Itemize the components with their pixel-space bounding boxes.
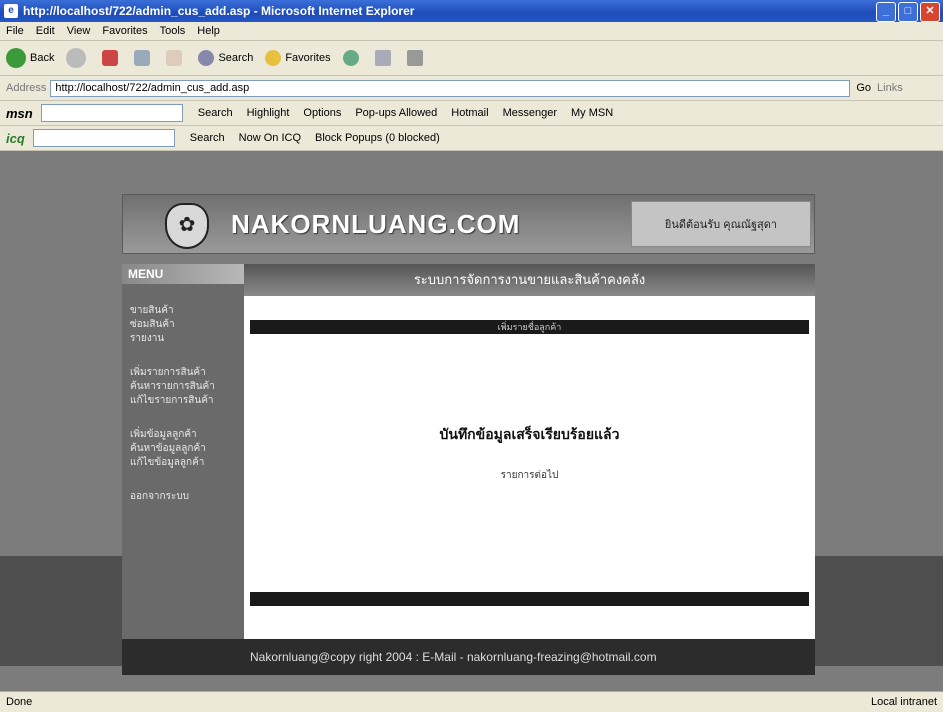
favorites-button[interactable]: Favorites (265, 50, 331, 66)
search-icon (198, 50, 215, 66)
window-titlebar: e http://localhost/722/admin_cus_add.asp… (0, 0, 943, 22)
menu-item-edit-customer[interactable]: แก้ไขข้อมูลลูกค้า (122, 456, 244, 470)
home-icon (166, 50, 183, 66)
forward-button[interactable] (66, 48, 90, 68)
menu-bar: File Edit View Favorites Tools Help (0, 22, 943, 41)
search-button[interactable]: Search (198, 50, 253, 66)
msn-search-input[interactable] (40, 104, 183, 122)
back-arrow-icon (6, 48, 26, 68)
success-message: บันทึกข้อมูลเสร็จเรียบร้อยแล้ว (439, 426, 620, 442)
msn-popups-button[interactable]: Pop-ups Allowed (355, 107, 437, 119)
menu-tools[interactable]: Tools (154, 25, 192, 37)
links-button[interactable]: Links (877, 82, 903, 94)
menu-item-search-product[interactable]: ค้นหารายการสินค้า (122, 380, 244, 394)
next-item-link[interactable]: รายการต่อไป (244, 468, 815, 483)
maximize-button[interactable]: □ (898, 2, 918, 22)
search-label: Search (218, 52, 254, 64)
refresh-icon (134, 50, 151, 66)
emblem-icon: ✿ (165, 203, 209, 249)
icq-logo: icq (6, 130, 25, 146)
menu-item-search-customer[interactable]: ค้นหาข้อมูลลูกค้า (122, 442, 244, 456)
mail-icon (374, 50, 391, 66)
sidebar-menu: MENU ขายสินค้า ซ่อมสินค้า รายงาน เพิ่มรา… (122, 264, 244, 639)
standard-toolbar: Back Search Favorites (0, 41, 943, 76)
menu-item-add-product[interactable]: เพิ่มรายการสินค้า (122, 366, 244, 380)
msn-messenger-button[interactable]: Messenger (503, 107, 557, 119)
go-button[interactable]: Go (856, 82, 871, 94)
site-footer: Nakornluang@copy right 2004 : E-Mail - n… (122, 639, 815, 675)
favorites-label: Favorites (285, 52, 331, 64)
menu-edit[interactable]: Edit (30, 25, 61, 37)
section-bar: เพิ่มรายชื่อลูกค้า (250, 320, 809, 334)
mail-button[interactable] (374, 50, 395, 66)
site-banner: ✿ NAKORNLUANG.COM ยินดีต้อนรับ คุณณัฐสุด… (122, 194, 815, 254)
menu-item-sell[interactable]: ขายสินค้า (122, 304, 244, 318)
msn-toolbar: msn Search Highlight Options Pop-ups All… (0, 101, 943, 126)
site-brand: NAKORNLUANG.COM (231, 209, 521, 239)
icq-block-popups-button[interactable]: Block Popups (0 blocked) (315, 132, 440, 144)
window-controls: _ □ ✕ (876, 2, 940, 22)
msn-options-button[interactable]: Options (303, 107, 341, 119)
home-button[interactable] (166, 50, 186, 66)
print-button[interactable] (406, 50, 427, 66)
status-done: Done (6, 696, 33, 708)
history-button[interactable] (342, 50, 363, 66)
refresh-button[interactable] (134, 50, 154, 66)
address-url: http://localhost/722/admin_cus_add.asp (55, 82, 250, 94)
msn-highlight-button[interactable]: Highlight (247, 107, 290, 119)
stop-icon (102, 50, 119, 66)
star-icon (265, 50, 282, 66)
main-content: ระบบการจัดการงานขายและสินค้าคงคลัง เพิ่ม… (244, 264, 815, 639)
main-header: ระบบการจัดการงานขายและสินค้าคงคลัง (244, 264, 815, 296)
close-button[interactable]: ✕ (920, 2, 940, 22)
menu-file[interactable]: File (0, 25, 30, 37)
ie-icon: e (4, 4, 18, 18)
address-input[interactable]: http://localhost/722/admin_cus_add.asp (50, 79, 851, 97)
msn-hotmail-button[interactable]: Hotmail (451, 107, 488, 119)
back-label: Back (30, 52, 55, 64)
minimize-button[interactable]: _ (876, 2, 896, 22)
forward-arrow-icon (66, 48, 87, 68)
icq-toolbar: icq Search Now On ICQ Block Popups (0 bl… (0, 126, 943, 151)
msn-search-button[interactable]: Search (198, 107, 233, 119)
print-icon (406, 50, 423, 66)
menu-item-report[interactable]: รายงาน (122, 332, 244, 346)
menu-help[interactable]: Help (191, 25, 226, 37)
status-zone: Local intranet (870, 696, 937, 708)
menu-view[interactable]: View (61, 25, 97, 37)
menu-title: MENU (122, 264, 244, 284)
menu-item-edit-product[interactable]: แก้ไขรายการสินค้า (122, 394, 244, 408)
menu-favorites[interactable]: Favorites (96, 25, 153, 37)
bottom-bar (250, 592, 809, 606)
site-container: ✿ NAKORNLUANG.COM ยินดีต้อนรับ คุณณัฐสุด… (122, 194, 815, 675)
menu-item-repair[interactable]: ซ่อมสินค้า (122, 318, 244, 332)
icq-nowon-button[interactable]: Now On ICQ (239, 132, 301, 144)
history-icon (342, 50, 359, 66)
welcome-box: ยินดีต้อนรับ คุณณัฐสุดา (631, 201, 811, 247)
menu-item-logout[interactable]: ออกจากระบบ (122, 490, 244, 504)
window-title: http://localhost/722/admin_cus_add.asp -… (23, 4, 415, 18)
menu-item-add-customer[interactable]: เพิ่มข้อมูลลูกค้า (122, 428, 244, 442)
back-button[interactable]: Back (6, 48, 54, 68)
stop-button[interactable] (102, 50, 122, 66)
icq-search-button[interactable]: Search (190, 132, 225, 144)
msn-logo: msn (6, 105, 33, 121)
status-bar: Done Local intranet (0, 691, 943, 712)
address-bar: Address http://localhost/722/admin_cus_a… (0, 76, 943, 101)
address-label: Address (6, 82, 47, 94)
icq-search-input[interactable] (32, 129, 175, 147)
page-viewport: ✿ NAKORNLUANG.COM ยินดีต้อนรับ คุณณัฐสุด… (0, 151, 943, 691)
msn-mymsn-button[interactable]: My MSN (571, 107, 613, 119)
